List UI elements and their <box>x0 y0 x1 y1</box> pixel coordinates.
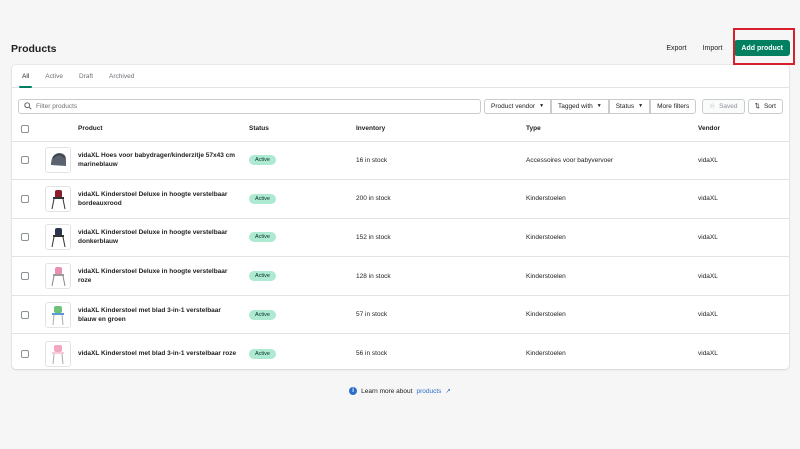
tab-draft[interactable]: Draft <box>71 65 101 87</box>
row-checkbox[interactable] <box>21 194 29 203</box>
row-checkbox[interactable] <box>21 310 29 319</box>
inventory-cell: 57 in stock <box>356 295 526 335</box>
type-cell: Kinderstoelen <box>526 350 566 358</box>
table-header-row: Product Status Inventory Type Vendor <box>12 117 789 142</box>
products-table: Product Status Inventory Type Vendor vid… <box>12 117 789 369</box>
vendor-cell: vidaXL <box>698 179 789 219</box>
products-help-link[interactable]: products <box>416 388 441 395</box>
row-checkbox[interactable] <box>21 349 29 358</box>
tab-all[interactable]: All <box>14 65 37 88</box>
product-thumbnail[interactable] <box>45 340 71 367</box>
star-icon: ☆ <box>709 103 716 110</box>
type-cell: Kinderstoelen <box>526 218 698 258</box>
search-icon <box>24 102 32 110</box>
vendor-cell: vidaXL <box>698 218 789 258</box>
status-badge: Active <box>249 309 276 320</box>
product-vendor-filter[interactable]: Product vendor ▼ <box>484 98 552 114</box>
header-vendor: Vendor <box>698 117 789 142</box>
inventory-cell: 16 in stock <box>356 141 526 181</box>
search-input[interactable] <box>36 102 456 110</box>
product-name-link[interactable]: vidaXL Kinderstoel Deluxe in hoogte vers… <box>78 190 238 208</box>
product-thumbnail[interactable] <box>45 263 71 290</box>
select-all-checkbox[interactable] <box>21 124 29 133</box>
product-name-link[interactable]: vidaXL Hoes voor babydrager/kinderzitje … <box>78 151 238 169</box>
type-cell: Kinderstoelen <box>526 295 698 335</box>
product-thumbnail[interactable] <box>45 147 71 174</box>
header-type: Type <box>526 117 698 142</box>
caret-down-icon: ▼ <box>638 103 644 109</box>
tagged-with-label: Tagged with <box>558 102 593 110</box>
status-badge: Active <box>249 155 276 166</box>
footer-help: i Learn more about products ↗ <box>0 387 800 395</box>
inventory-cell: 128 in stock <box>356 256 526 296</box>
caret-down-icon: ▼ <box>596 103 602 109</box>
status-tabs: All Active Draft Archived <box>12 65 789 88</box>
header-inventory: Inventory <box>356 117 526 142</box>
table-row[interactable]: vidaXL Kinderstoel Deluxe in hoogte vers… <box>12 256 789 296</box>
status-badge: Active <box>249 232 276 243</box>
info-icon: i <box>349 387 358 395</box>
product-thumbnail[interactable] <box>45 224 71 251</box>
product-vendor-label: Product vendor <box>491 102 536 110</box>
product-thumbnail[interactable] <box>45 185 71 212</box>
sort-icon: ⇅ <box>754 103 760 110</box>
products-card: All Active Draft Archived Product vendor… <box>12 65 789 369</box>
header-product: Product <box>73 117 249 142</box>
header-status: Status <box>249 117 356 142</box>
status-filter-label: Status <box>615 102 635 110</box>
status-badge: Active <box>249 193 276 204</box>
caret-down-icon: ▼ <box>539 103 545 109</box>
page-title: Products <box>11 43 57 55</box>
row-checkbox[interactable] <box>21 156 29 165</box>
row-checkbox[interactable] <box>21 272 29 281</box>
filter-bar: Product vendor ▼ Tagged with ▼ Status ▼ … <box>12 88 789 117</box>
sort-label: Sort <box>763 102 776 110</box>
status-badge: Active <box>249 348 276 359</box>
product-thumbnail[interactable] <box>45 301 71 328</box>
tab-archived[interactable]: Archived <box>101 65 142 87</box>
table-row[interactable]: vidaXL Kinderstoel Deluxe in hoogte vers… <box>12 218 789 258</box>
export-button[interactable]: Export <box>658 45 694 52</box>
table-row[interactable]: vidaXL Kinderstoel Deluxe in hoogte vers… <box>12 179 789 219</box>
external-link-icon: ↗ <box>445 388 451 395</box>
product-name-link[interactable]: vidaXL Kinderstoel met blad 3-in-1 verst… <box>78 306 238 324</box>
saved-label: Saved <box>719 102 738 110</box>
search-field[interactable] <box>18 98 481 114</box>
vendor-cell: vidaXL <box>698 256 789 296</box>
inventory-cell: 56 in stock <box>356 350 388 358</box>
type-cell: Kinderstoelen <box>526 179 698 219</box>
vendor-cell: vidaXL <box>698 350 718 358</box>
tab-active[interactable]: Active <box>37 65 71 87</box>
table-row[interactable]: vidaXL Kinderstoel met blad 3-in-1 verst… <box>12 334 789 369</box>
inventory-cell: 200 in stock <box>356 179 526 219</box>
more-filters-button[interactable]: More filters <box>650 98 697 114</box>
table-row[interactable]: vidaXL Kinderstoel met blad 3-in-1 verst… <box>12 295 789 335</box>
sort-button[interactable]: ⇅ Sort <box>747 98 783 114</box>
row-checkbox[interactable] <box>21 233 29 242</box>
tagged-with-filter[interactable]: Tagged with ▼ <box>551 98 609 114</box>
page-actions: Export Import Add product <box>658 40 790 56</box>
status-filter[interactable]: Status ▼ <box>608 98 651 114</box>
product-name-link[interactable]: vidaXL Kinderstoel Deluxe in hoogte vers… <box>78 267 238 285</box>
type-cell: Kinderstoelen <box>526 256 698 296</box>
vendor-cell: vidaXL <box>698 141 789 181</box>
add-product-button[interactable]: Add product <box>734 40 790 56</box>
status-badge: Active <box>249 271 276 282</box>
table-row[interactable]: vidaXL Hoes voor babydrager/kinderzitje … <box>12 141 789 181</box>
type-cell: Accessoires voor babyvervoer <box>526 141 698 181</box>
saved-button[interactable]: ☆ Saved <box>702 98 745 114</box>
inventory-cell: 152 in stock <box>356 218 526 258</box>
product-name-link[interactable]: vidaXL Kinderstoel Deluxe in hoogte vers… <box>78 228 238 246</box>
vendor-cell: vidaXL <box>698 295 789 335</box>
footer-text: Learn more about <box>361 387 413 395</box>
import-button[interactable]: Import <box>695 45 731 52</box>
product-name-link[interactable]: vidaXL Kinderstoel met blad 3-in-1 verst… <box>78 349 238 358</box>
